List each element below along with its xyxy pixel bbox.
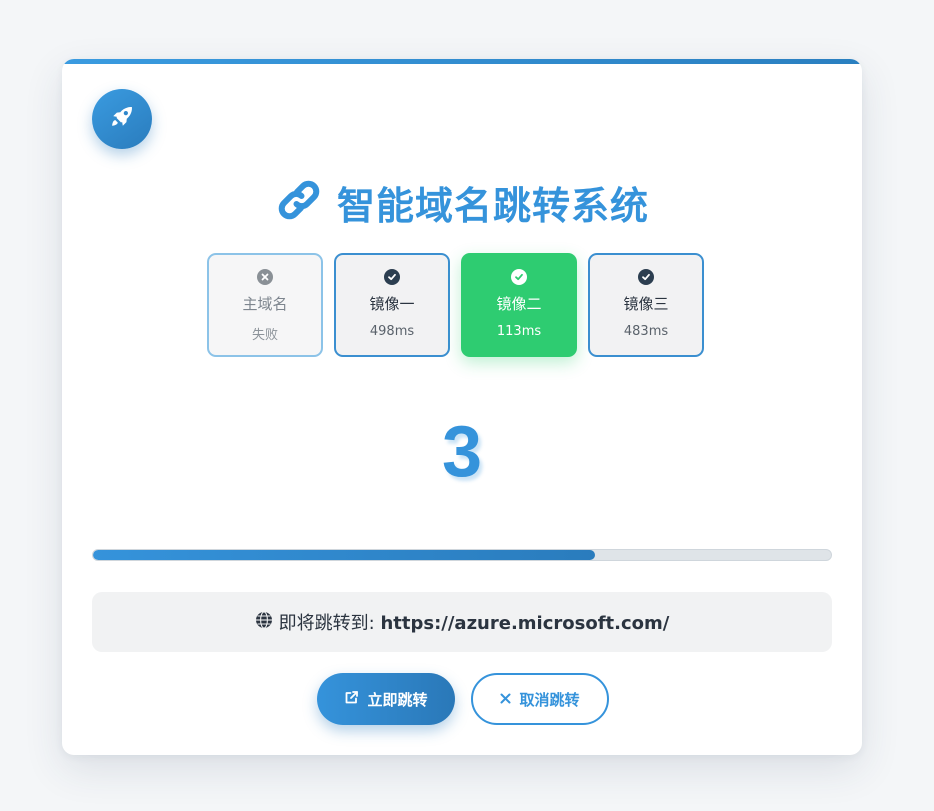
mirror-latency: 113ms xyxy=(496,324,542,339)
close-icon xyxy=(500,690,511,708)
rocket-icon xyxy=(108,103,136,135)
mirror-card-1[interactable]: 镜像一 498ms xyxy=(334,253,450,357)
link-icon xyxy=(275,180,323,224)
mirror-latency: 失败 xyxy=(251,328,278,343)
redirect-now-label: 立即跳转 xyxy=(367,690,428,709)
external-link-icon xyxy=(344,690,359,709)
redirect-target-box: 即将跳转到: https://azure.microsoft.com/ xyxy=(92,592,832,652)
mirror-name: 主域名 xyxy=(242,295,288,313)
action-buttons: 立即跳转 取消跳转 xyxy=(317,673,609,725)
mirror-name: 镜像三 xyxy=(623,295,669,313)
check-circle-icon xyxy=(638,269,654,285)
redirect-label: 即将跳转到: https://azure.microsoft.com/ xyxy=(279,609,670,635)
mirror-list: 主域名 失败 镜像一 498ms 镜像二 113ms 镜像三 483ms xyxy=(207,253,704,357)
mirror-card-main[interactable]: 主域名 失败 xyxy=(207,253,323,357)
x-circle-icon xyxy=(257,269,273,285)
mirror-card-2-selected[interactable]: 镜像二 113ms xyxy=(461,253,577,357)
check-circle-icon xyxy=(511,269,527,285)
mirror-name: 镜像二 xyxy=(496,295,542,313)
redirect-url: https://azure.microsoft.com/ xyxy=(380,613,670,634)
mirror-latency: 498ms xyxy=(369,324,415,339)
cancel-redirect-label: 取消跳转 xyxy=(519,690,580,709)
mirror-latency: 483ms xyxy=(623,324,669,339)
countdown-progress-bar xyxy=(92,549,832,561)
page-title-row: 智能域名跳转系统 xyxy=(62,177,862,228)
cancel-redirect-button[interactable]: 取消跳转 xyxy=(471,673,609,725)
redirect-now-button[interactable]: 立即跳转 xyxy=(317,673,455,725)
globe-icon xyxy=(255,610,273,634)
redirect-label-text: 即将跳转到: xyxy=(278,613,381,634)
countdown-number: 3 xyxy=(441,412,483,492)
logo-badge xyxy=(92,89,152,149)
countdown-progress-fill xyxy=(93,550,595,560)
redirect-card: 智能域名跳转系统 主域名 失败 镜像一 498ms 镜像二 113ms 镜像三 … xyxy=(62,59,862,755)
mirror-name: 镜像一 xyxy=(369,295,415,313)
check-circle-icon xyxy=(384,269,400,285)
card-accent-bar xyxy=(62,59,862,64)
page-title: 智能域名跳转系统 xyxy=(336,183,649,228)
mirror-card-3[interactable]: 镜像三 483ms xyxy=(588,253,704,357)
